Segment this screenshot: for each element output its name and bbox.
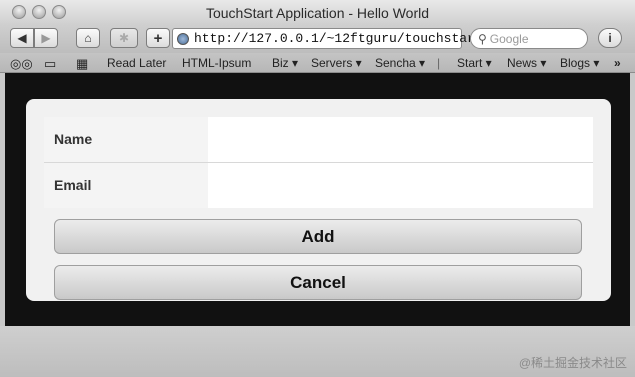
browser-toolbar: ◀ ▶ ⌂ ✱ + http://127.0.0.1/~12ftguru/tou… bbox=[0, 25, 635, 53]
bookmarks-overflow-icon[interactable]: » bbox=[614, 56, 621, 70]
bookmark-news[interactable]: News ▾ bbox=[507, 56, 546, 70]
search-icon: ⚲ bbox=[478, 31, 487, 46]
gear-icon: ✱ bbox=[118, 31, 130, 45]
reading-list-icon[interactable]: ◎◎ bbox=[10, 56, 33, 72]
bookmark-sencha[interactable]: Sencha ▾ bbox=[375, 56, 425, 70]
address-bar[interactable]: http://127.0.0.1/~12ftguru/touchstart/ ↻ bbox=[172, 28, 501, 49]
page-content: Name Email Add Cancel bbox=[5, 73, 630, 326]
status-bar: @稀土掘金技术社区 bbox=[0, 326, 635, 377]
bookmark-separator: | bbox=[437, 56, 441, 70]
cancel-button[interactable]: Cancel bbox=[54, 265, 582, 300]
bookmark-blogs[interactable]: Blogs ▾ bbox=[560, 56, 599, 70]
home-icon: ⌂ bbox=[84, 31, 92, 45]
bookmark-start[interactable]: Start ▾ bbox=[457, 56, 492, 70]
bookmark-read-later[interactable]: Read Later bbox=[107, 56, 166, 70]
url-text: http://127.0.0.1/~12ftguru/touchstart/ bbox=[194, 31, 491, 46]
search-placeholder: Google bbox=[489, 31, 529, 46]
name-field[interactable]: Name bbox=[44, 117, 593, 162]
bookmark-biz[interactable]: Biz ▾ bbox=[272, 56, 298, 70]
bookmark-html-ipsum[interactable]: HTML-Ipsum bbox=[182, 56, 251, 70]
browser-window: TouchStart Application - Hello World ◀ ▶… bbox=[0, 0, 635, 377]
info-icon: i bbox=[608, 31, 612, 45]
window-title: TouchStart Application - Hello World bbox=[205, 5, 430, 21]
form-panel: Name Email Add Cancel bbox=[26, 99, 611, 301]
add-button[interactable]: Add bbox=[54, 219, 582, 254]
back-button[interactable]: ◀ bbox=[10, 28, 34, 48]
title-bar: TouchStart Application - Hello World bbox=[0, 0, 635, 25]
info-button[interactable]: i bbox=[598, 28, 622, 48]
forward-button[interactable]: ▶ bbox=[34, 28, 58, 48]
back-arrow-icon: ◀ bbox=[17, 31, 27, 45]
bookmarks-bar: ◎◎ ▭ ▦ Read Later HTML-Ipsum Biz ▾ Serve… bbox=[0, 53, 635, 73]
bookmark-servers[interactable]: Servers ▾ bbox=[311, 56, 362, 70]
home-button[interactable]: ⌂ bbox=[76, 28, 100, 48]
search-field[interactable]: ⚲ Google bbox=[470, 28, 588, 49]
watermark: @稀土掘金技术社区 bbox=[518, 356, 627, 370]
top-sites-grid-icon[interactable]: ▦ bbox=[76, 56, 88, 72]
email-label: Email bbox=[44, 163, 208, 208]
bookmarks-book-icon[interactable]: ▭ bbox=[44, 56, 56, 72]
add-bookmark-button[interactable]: + bbox=[146, 28, 170, 48]
bookmark-action-button[interactable]: ✱ bbox=[110, 28, 138, 48]
globe-icon bbox=[177, 32, 189, 45]
name-label: Name bbox=[44, 117, 208, 162]
forward-arrow-icon: ▶ bbox=[41, 31, 51, 45]
email-field[interactable]: Email bbox=[44, 163, 593, 208]
